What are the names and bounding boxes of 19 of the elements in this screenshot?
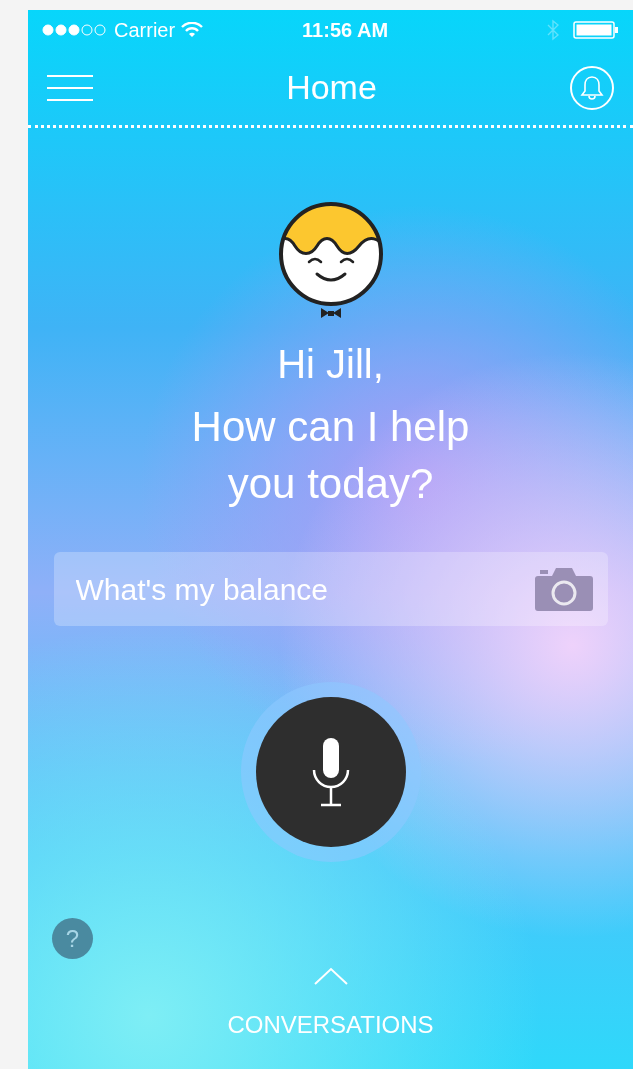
notification-button[interactable]	[570, 65, 614, 110]
menu-button[interactable]	[47, 74, 93, 101]
signal-icon	[42, 24, 108, 36]
microphone-icon	[310, 736, 351, 808]
carrier-label: Carrier	[114, 18, 176, 43]
help-button[interactable]: ?	[52, 918, 93, 959]
conversations-tab[interactable]: CONVERSATIONS	[227, 1007, 434, 1043]
bluetooth-icon	[547, 19, 559, 41]
status-time: 11:56 AM	[302, 18, 389, 43]
bell-icon	[580, 74, 604, 101]
camera-icon[interactable]	[533, 566, 594, 612]
wifi-icon	[181, 22, 204, 38]
chevron-up-icon[interactable]	[313, 967, 348, 985]
prompt-text: How can I help you today?	[190, 402, 471, 509]
battery-icon	[573, 20, 619, 40]
query-field[interactable]: What's my balance	[53, 552, 608, 626]
greeting-text: Hi Jill,	[277, 341, 384, 388]
page-title: Home	[286, 67, 377, 108]
query-input[interactable]: What's my balance	[75, 566, 534, 612]
